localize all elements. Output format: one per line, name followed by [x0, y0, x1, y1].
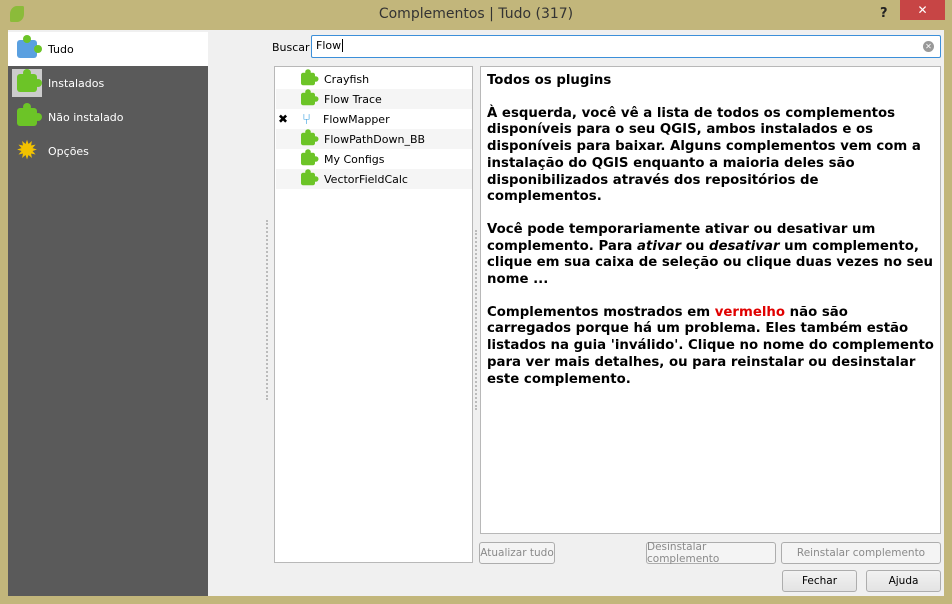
search-value: Flow	[316, 39, 342, 52]
puzzle-icon	[301, 89, 319, 106]
sidebar-item-label: Não instalado	[48, 110, 124, 124]
puzzle-icon	[301, 169, 319, 186]
splitter-handle[interactable]	[266, 220, 268, 400]
plugin-list-item[interactable]: ✖ ⑂ FlowMapper	[276, 109, 472, 129]
search-label: Buscar	[272, 41, 310, 54]
plugin-name: VectorFieldCalc	[324, 172, 408, 186]
plugin-checkbox[interactable]: ✖	[278, 112, 292, 126]
window-title: Complementos | Tudo (317)	[378, 6, 574, 22]
plugin-list-item[interactable]: Crayfish	[276, 69, 472, 89]
uninstall-button[interactable]: Desinstalar complemento	[646, 541, 776, 565]
plugin-name: FlowPathDown_BB	[324, 132, 426, 146]
close-button[interactable]: ✕	[900, 0, 945, 20]
sidebar-item-nao-instalado[interactable]: Não instalado	[8, 100, 208, 134]
plugin-list-item[interactable]: Flow Trace	[276, 89, 472, 109]
help-button[interactable]: ?	[880, 0, 888, 28]
sidebar-item-tudo[interactable]: Tudo	[8, 32, 208, 66]
info-heading: Todos os plugins	[487, 73, 612, 88]
installed-icon	[12, 69, 42, 97]
sidebar-item-opcoes[interactable]: ✹ Opções	[8, 134, 208, 168]
plugin-name: Flow Trace	[324, 92, 382, 106]
plugin-list: Crayfish Flow Trace ✖ ⑂ FlowMapper FlowPathDo…	[274, 66, 473, 563]
sidebar-item-instalados[interactable]: Instalados	[8, 66, 208, 100]
puzzle-icon	[301, 149, 319, 166]
info-paragraph: À esquerda, você vê a lista de todos os …	[487, 105, 921, 205]
qgis-logo-icon	[10, 6, 24, 22]
puzzle-icon	[301, 129, 319, 146]
not-installed-icon	[12, 103, 42, 131]
puzzle-icon	[301, 69, 319, 86]
plugin-name: Crayfish	[324, 72, 370, 86]
close-dialog-button[interactable]: Fechar	[782, 570, 857, 592]
search-input[interactable]: Flow ✕	[311, 35, 941, 58]
plugin-list-item[interactable]: My Configs	[276, 149, 472, 169]
gear-icon: ✹	[16, 136, 38, 166]
sidebar-item-label: Instalados	[48, 76, 105, 90]
help-dialog-button[interactable]: Ajuda	[866, 570, 941, 592]
sidebar-item-label: Opções	[48, 144, 89, 158]
flowmapper-icon: ⑂	[302, 110, 312, 128]
plugin-list-item[interactable]: VectorFieldCalc	[276, 169, 472, 189]
all-plugins-icon	[12, 35, 42, 63]
info-paragraph: Complementos mostrados em vermelho não s…	[487, 304, 934, 387]
plugin-name: FlowMapper	[323, 112, 390, 126]
plugin-info-panel: Todos os plugins À esquerda, você vê a l…	[480, 66, 941, 534]
reinstall-button[interactable]: Reinstalar complemento	[781, 542, 941, 564]
sidebar: Tudo Instalados Não instalado ✹ Opções	[8, 32, 208, 596]
plugin-list-item[interactable]: FlowPathDown_BB	[276, 129, 472, 149]
plugin-name: My Configs	[324, 152, 385, 166]
clear-search-icon[interactable]: ✕	[923, 41, 934, 52]
info-paragraph: Você pode temporariamente ativar ou desa…	[487, 221, 933, 288]
title-bar: Complementos | Tudo (317) ? ✕	[0, 0, 952, 30]
sidebar-item-label: Tudo	[48, 42, 74, 56]
splitter-handle[interactable]	[475, 230, 477, 410]
update-all-button[interactable]: Atualizar tudo	[479, 542, 555, 564]
